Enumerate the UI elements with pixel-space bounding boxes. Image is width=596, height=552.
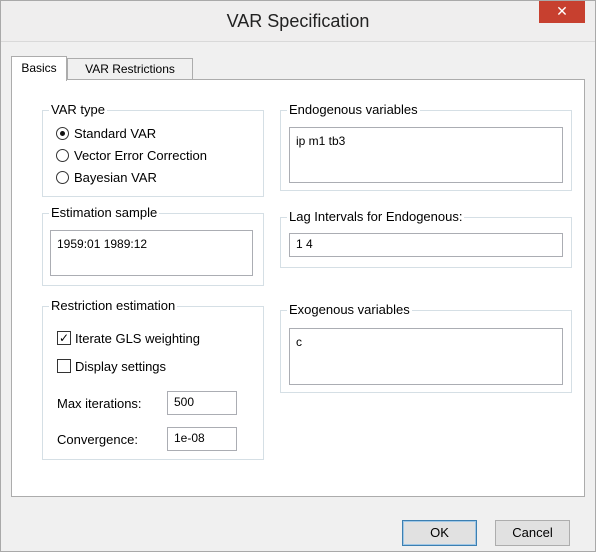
tab-panel-basics: VAR type Standard VAR Vector Error Corre… <box>11 79 585 497</box>
radio-button-checked[interactable] <box>56 127 69 140</box>
exogenous-variables-label: Exogenous variables <box>287 302 412 318</box>
display-settings-label: Display settings <box>75 359 167 374</box>
max-iterations-input[interactable]: 500 <box>167 391 237 415</box>
tab-basics[interactable]: Basics <box>11 56 67 81</box>
dialog-window: VAR Specification ✕ Basics VAR Restricti… <box>0 0 596 552</box>
max-iterations-label: Max iterations: <box>57 396 142 411</box>
display-settings-checkbox-row[interactable]: Display settings <box>57 358 257 376</box>
restriction-estimation-label: Restriction estimation <box>49 298 178 314</box>
convergence-input[interactable]: 1e-08 <box>167 427 237 451</box>
radio-vec-label: Vector Error Correction <box>74 148 207 163</box>
check-icon[interactable]: ✓ <box>57 331 71 345</box>
display-settings-checkbox[interactable] <box>57 359 71 373</box>
endogenous-variables-input[interactable]: ip m1 tb3 <box>289 127 563 183</box>
radio-standard-var[interactable]: Standard VAR <box>56 125 256 143</box>
close-icon: ✕ <box>556 3 568 19</box>
iterate-gls-checkbox-row[interactable]: ✓ Iterate GLS weighting <box>57 330 257 348</box>
endogenous-variables-label: Endogenous variables <box>287 102 420 118</box>
radio-bayesian-label: Bayesian VAR <box>74 170 157 185</box>
window-title: VAR Specification <box>226 11 370 31</box>
estimation-sample-group: Estimation sample 1959:01 1989:12 <box>42 205 264 286</box>
radio-vector-error-correction[interactable]: Vector Error Correction <box>56 147 256 165</box>
lag-intervals-label: Lag Intervals for Endogenous: <box>287 209 465 225</box>
ok-button[interactable]: OK <box>402 520 477 546</box>
radio-button[interactable] <box>56 149 69 162</box>
iterate-gls-label: Iterate GLS weighting <box>75 331 201 346</box>
lag-intervals-group: Lag Intervals for Endogenous: 1 4 <box>280 209 572 268</box>
exogenous-variables-group: Exogenous variables c <box>280 302 572 393</box>
endogenous-variables-group: Endogenous variables ip m1 tb3 <box>280 102 572 191</box>
radio-standard-var-label: Standard VAR <box>74 126 157 141</box>
exogenous-variables-input[interactable]: c <box>289 328 563 385</box>
lag-intervals-input[interactable]: 1 4 <box>289 233 563 257</box>
radio-bayesian-var[interactable]: Bayesian VAR <box>56 169 256 187</box>
cancel-button[interactable]: Cancel <box>495 520 570 546</box>
estimation-sample-label: Estimation sample <box>49 205 160 221</box>
tab-var-restrictions[interactable]: VAR Restrictions <box>67 58 193 80</box>
var-type-group: VAR type Standard VAR Vector Error Corre… <box>42 102 264 197</box>
close-button[interactable]: ✕ <box>539 1 585 23</box>
radio-button[interactable] <box>56 171 69 184</box>
title-bar[interactable]: VAR Specification ✕ <box>1 1 595 42</box>
estimation-sample-input[interactable]: 1959:01 1989:12 <box>50 230 253 276</box>
restriction-estimation-group: Restriction estimation ✓ Iterate GLS wei… <box>42 298 264 460</box>
var-type-label: VAR type <box>49 102 107 118</box>
convergence-label: Convergence: <box>57 432 138 447</box>
